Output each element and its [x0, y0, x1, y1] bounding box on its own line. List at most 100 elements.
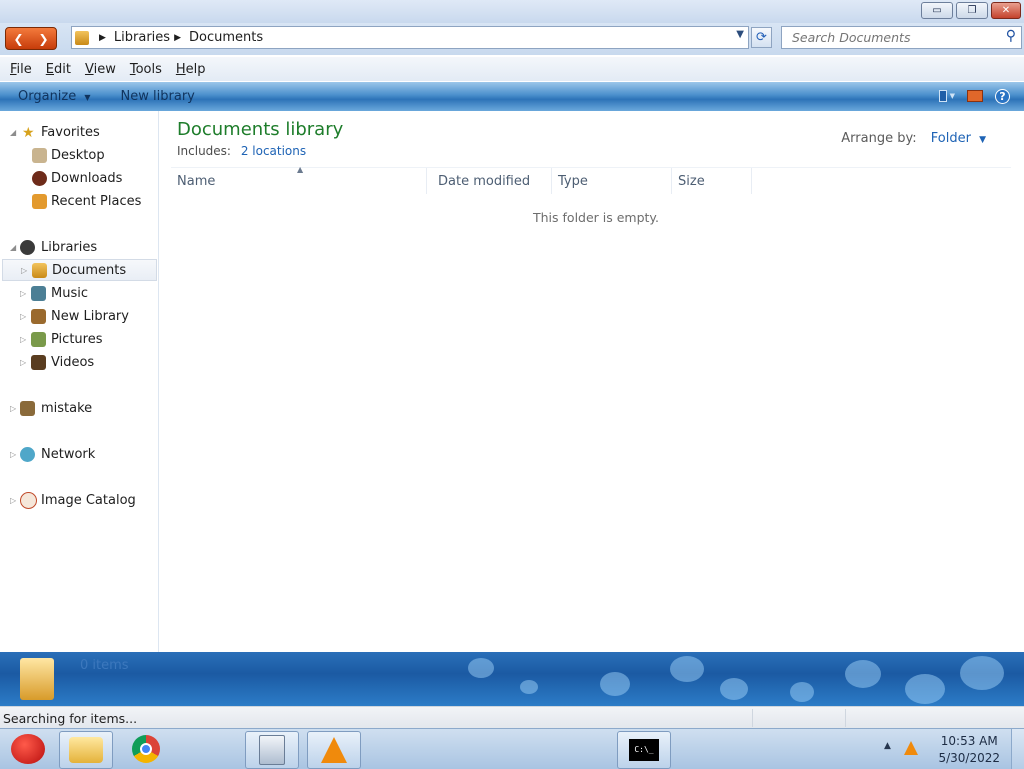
taskbar-calculator[interactable] — [245, 731, 299, 769]
taskbar-vlc[interactable] — [307, 731, 361, 769]
breadcrumb-arrow-icon[interactable]: ▶ — [174, 33, 181, 43]
arrange-value-dropdown[interactable]: Folder — [931, 131, 971, 146]
taskbar-file-explorer[interactable] — [59, 731, 113, 769]
address-bar[interactable]: ▶ Libraries ▶ Documents ▼ — [71, 26, 749, 49]
nav-item-desktop[interactable]: Desktop — [0, 144, 158, 166]
column-date-modified[interactable]: Date modified — [432, 168, 552, 194]
menu-file[interactable]: File — [10, 62, 32, 77]
expand-arrow-icon[interactable]: ▷ — [20, 335, 26, 344]
menu-view[interactable]: View — [85, 62, 116, 77]
expand-arrow-icon[interactable]: ▷ — [10, 404, 16, 413]
pictures-icon — [31, 331, 46, 347]
videos-icon — [31, 354, 46, 370]
expand-arrow-icon[interactable]: ▷ — [10, 450, 16, 459]
nav-item-videos[interactable]: ▷ Videos — [0, 351, 158, 373]
menu-bar: File Edit View Tools Help — [0, 57, 1024, 81]
nav-item-recent-places[interactable]: Recent Places — [0, 190, 158, 212]
column-type[interactable]: Type — [552, 168, 672, 194]
user-folder-icon — [20, 400, 35, 416]
expand-arrow-icon[interactable]: ◢ — [10, 243, 16, 252]
vlc-tray-icon[interactable] — [904, 741, 918, 755]
expand-arrow-icon[interactable]: ▷ — [20, 289, 26, 298]
details-pane: 0 items — [0, 652, 1024, 706]
nav-item-label: Recent Places — [51, 193, 142, 209]
taskbar-command-prompt[interactable]: C:\_ — [617, 731, 671, 769]
nav-item-label: Videos — [51, 354, 95, 370]
library-icon — [31, 308, 46, 324]
title-bar: ▭ ❐ ✕ — [0, 0, 1024, 23]
preview-pane-icon — [967, 90, 983, 102]
includes-label: Includes: — [177, 144, 231, 158]
chevron-down-icon: ▼ — [949, 92, 955, 100]
expand-arrow-icon[interactable]: ▷ — [10, 496, 16, 505]
item-count: 0 items — [80, 658, 129, 673]
clock-date: 5/30/2022 — [938, 751, 1000, 765]
status-divider — [845, 709, 846, 727]
chevron-down-icon[interactable]: ▼ — [979, 135, 986, 145]
column-name[interactable]: Name — [171, 168, 427, 194]
decor-bokeh — [960, 656, 1004, 690]
nav-libraries[interactable]: ◢ Libraries — [0, 236, 158, 258]
nav-network[interactable]: ▷ Network — [0, 443, 158, 465]
nav-item-label: Network — [41, 446, 96, 462]
nav-libraries-label: Libraries — [41, 239, 98, 255]
breadcrumb-arrow-icon[interactable]: ▶ — [99, 33, 106, 43]
breadcrumb-documents[interactable]: Documents — [189, 30, 263, 45]
nav-item-downloads[interactable]: Downloads — [0, 167, 158, 189]
search-input[interactable] — [790, 29, 994, 46]
back-forward-buttons[interactable]: ❮ ❯ — [5, 27, 57, 50]
show-hidden-icons-icon[interactable]: ▲ — [884, 741, 891, 751]
nav-item-music[interactable]: ▷ Music — [0, 282, 158, 304]
search-icon[interactable]: ⚲ — [1006, 28, 1016, 44]
help-icon[interactable]: ? — [995, 88, 1010, 104]
refresh-button[interactable]: ⟳ — [751, 27, 772, 48]
address-row: ❮ ❯ ▶ Libraries ▶ Documents ▼ ⟳ ⚲ — [0, 23, 1024, 55]
documents-icon — [32, 262, 47, 278]
column-size[interactable]: Size — [672, 168, 752, 194]
expand-arrow-icon[interactable]: ▷ — [20, 312, 26, 321]
expand-arrow-icon[interactable]: ▷ — [20, 358, 26, 367]
menu-tools[interactable]: Tools — [130, 62, 162, 77]
nav-item-label: Music — [51, 285, 88, 301]
nav-item-new-library[interactable]: ▷ New Library — [0, 305, 158, 327]
image-catalog-icon — [20, 491, 37, 509]
minimize-button[interactable]: ▭ — [921, 2, 953, 19]
menu-help[interactable]: Help — [176, 62, 206, 77]
taskbar-chrome[interactable] — [120, 731, 172, 767]
menu-edit[interactable]: Edit — [46, 62, 71, 77]
address-dropdown-icon[interactable]: ▼ — [736, 29, 744, 40]
chrome-icon — [132, 735, 160, 763]
show-desktop-button[interactable] — [1011, 729, 1024, 769]
breadcrumb-libraries[interactable]: Libraries — [114, 30, 170, 45]
search-box[interactable]: ⚲ — [781, 26, 1022, 49]
command-prompt-icon: C:\_ — [629, 739, 659, 761]
recent-places-icon — [32, 193, 47, 209]
nav-item-documents[interactable]: ▷ Documents — [2, 259, 157, 281]
nav-favorites[interactable]: ◢ ★ Favorites — [0, 121, 158, 143]
close-button[interactable]: ✕ — [991, 2, 1021, 19]
expand-arrow-icon[interactable]: ◢ — [10, 128, 16, 137]
includes-locations-link[interactable]: 2 locations — [241, 144, 306, 158]
nav-item-label: mistake — [41, 400, 93, 416]
decor-bokeh — [600, 672, 630, 696]
start-button[interactable] — [2, 731, 54, 767]
preview-pane-button[interactable] — [967, 88, 983, 104]
system-tray: ▲ 10:53 AM 5/30/2022 — [874, 729, 1024, 769]
folder-icon — [69, 737, 103, 763]
nav-image-catalog[interactable]: ▷ Image Catalog — [0, 489, 158, 511]
organize-button[interactable]: Organize ▼ — [18, 89, 91, 104]
decor-bokeh — [720, 678, 748, 700]
restore-button[interactable]: ❐ — [956, 2, 988, 19]
angry-bird-icon — [11, 734, 45, 764]
forward-arrow-icon[interactable]: ❯ — [38, 32, 48, 46]
new-library-button[interactable]: New library — [121, 89, 195, 104]
nav-mistake[interactable]: ▷ mistake — [0, 397, 158, 419]
empty-folder-message: This folder is empty. — [533, 210, 660, 225]
back-arrow-icon[interactable]: ❮ — [13, 32, 23, 46]
change-view-button[interactable]: ▼ — [939, 88, 955, 104]
refresh-icon: ⟳ — [756, 30, 767, 45]
clock[interactable]: 10:53 AM 5/30/2022 — [938, 733, 1000, 767]
nav-item-pictures[interactable]: ▷ Pictures — [0, 328, 158, 350]
star-icon: ★ — [22, 124, 35, 141]
expand-arrow-icon[interactable]: ▷ — [21, 266, 27, 275]
